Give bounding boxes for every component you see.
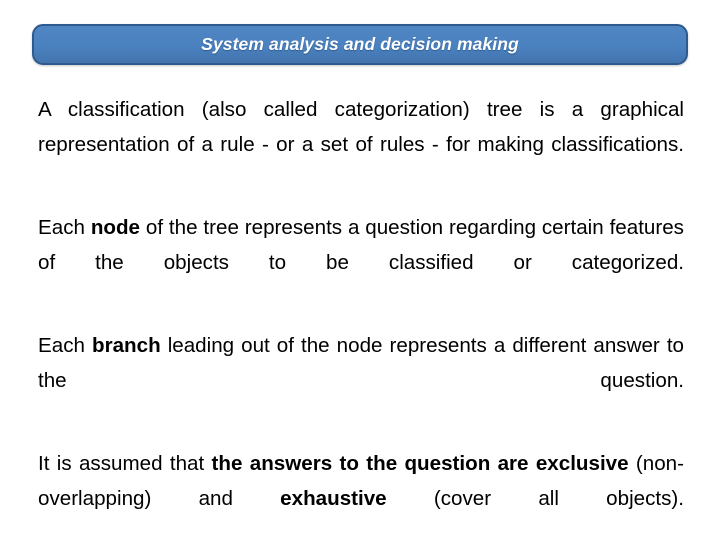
emphasis-text: exhaustive — [280, 487, 387, 510]
slide-root: System analysis and decision making A cl… — [0, 0, 720, 540]
body-content: A classification (also called categoriza… — [38, 92, 684, 551]
paragraph-3: Each branch leading out of the node repr… — [38, 328, 684, 433]
body-text: A classification (also called categoriza… — [38, 98, 684, 156]
paragraph-2: Each node of the tree represents a quest… — [38, 210, 684, 315]
body-text: (cover all objects). — [386, 487, 684, 510]
paragraph-4: It is assumed that the answers to the qu… — [38, 446, 684, 551]
paragraph-1: A classification (also called categoriza… — [38, 92, 684, 197]
body-text: It is assumed that — [38, 452, 212, 475]
body-text: Each — [38, 216, 91, 239]
body-text: Each — [38, 334, 92, 357]
emphasis-text: node — [90, 216, 141, 239]
title-banner: System analysis and decision making — [32, 24, 688, 65]
emphasis-text: branch — [91, 334, 161, 357]
emphasis-text: the answers to the question are exclusiv… — [211, 452, 629, 475]
slide-title: System analysis and decision making — [201, 33, 519, 54]
